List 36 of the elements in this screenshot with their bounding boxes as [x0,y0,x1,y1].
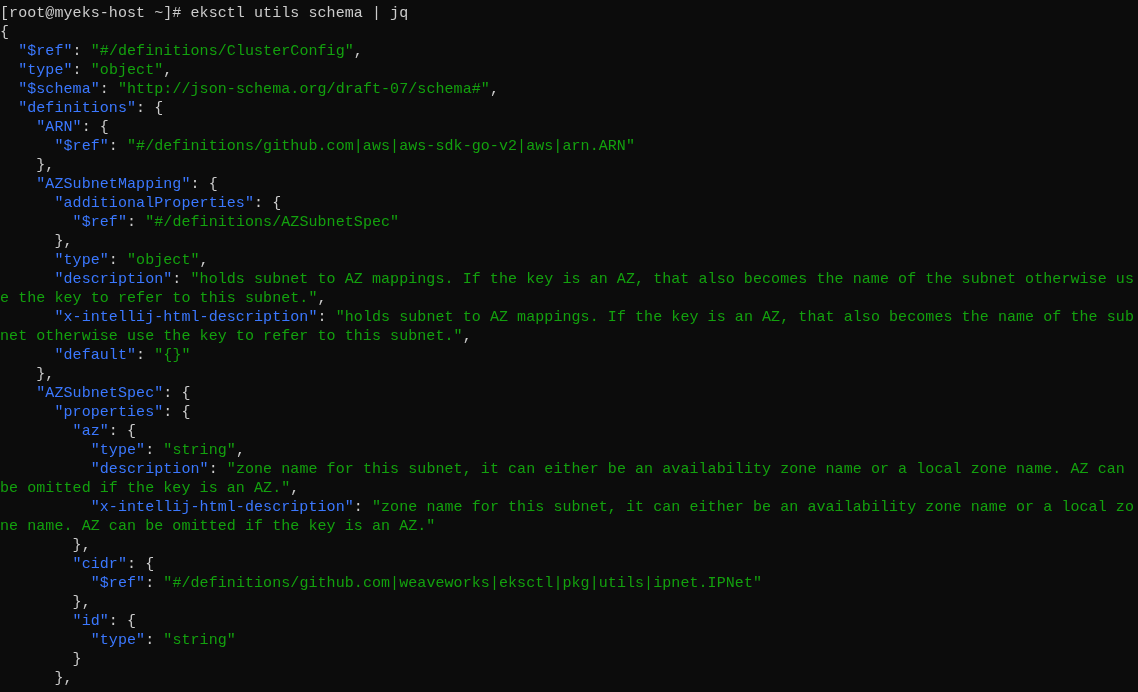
terminal-line: "x-intellij-html-description": "zone name for this subnet, it can either be an availability zone name or a local zo [89,498,1134,517]
terminal-line: }, [53,232,73,251]
terminal-line: "type": "object", [53,251,209,270]
terminal-line: "$schema": "http://json-schema.org/draft-07/schema#", [17,80,499,99]
terminal-line: e the key to refer to this subnet.", [0,289,327,308]
terminal-line: "x-intellij-html-description": "holds subnet to AZ mappings. If the key is an AZ, that also becomes the name of the sub [53,308,1134,327]
terminal-line: }, [71,593,91,612]
terminal-line: "description": "holds subnet to AZ mappings. If the key is an AZ, that also becomes the name of the subnet otherwise us [53,270,1134,289]
terminal-line: { [0,23,10,42]
terminal-line: "properties": { [53,403,191,422]
terminal-line: }, [35,156,55,175]
terminal-line: "ARN": { [35,118,109,137]
terminal-line: "id": { [71,612,137,631]
terminal-line: "AZSubnetMapping": { [35,175,218,194]
terminal-line: "cidr": { [71,555,155,574]
terminal-line: "AZSubnetSpec": { [35,384,191,403]
terminal-line: "az": { [71,422,137,441]
terminal-line: "$ref": "#/definitions/ClusterConfig", [17,42,363,61]
terminal-line: ne name. AZ can be omitted if the key is an AZ." [0,517,436,536]
terminal-line: "type": "string" [89,631,236,650]
terminal-line: "$ref": "#/definitions/github.com|aws|aws-sdk-go-v2|aws|arn.ARN" [53,137,636,156]
terminal-line: "default": "{}" [53,346,191,365]
terminal-line: "type": "string", [89,441,245,460]
terminal-line: "$ref": "#/definitions/github.com|weaveworks|eksctl|pkg|utils|ipnet.IPNet" [89,574,763,593]
terminal-line: "type": "object", [17,61,173,80]
terminal-line: } [71,650,82,669]
terminal-line: }, [35,365,55,384]
terminal-line: "additionalProperties": { [53,194,282,213]
terminal-line: }, [71,536,91,555]
terminal-line: "definitions": { [17,99,164,118]
terminal-line: net otherwise use the key to refer to this subnet.", [0,327,472,346]
terminal-line: "$ref": "#/definitions/AZSubnetSpec" [71,213,400,232]
terminal-line: be omitted if the key is an AZ.", [0,479,300,498]
terminal-line: }, [53,669,73,688]
terminal-line: "description": "zone name for this subnet, it can either be an availability zone name or a local zone name. AZ can [89,460,1125,479]
terminal-line: [root@myeks-host ~]# eksctl utils schema | jq [0,4,409,23]
